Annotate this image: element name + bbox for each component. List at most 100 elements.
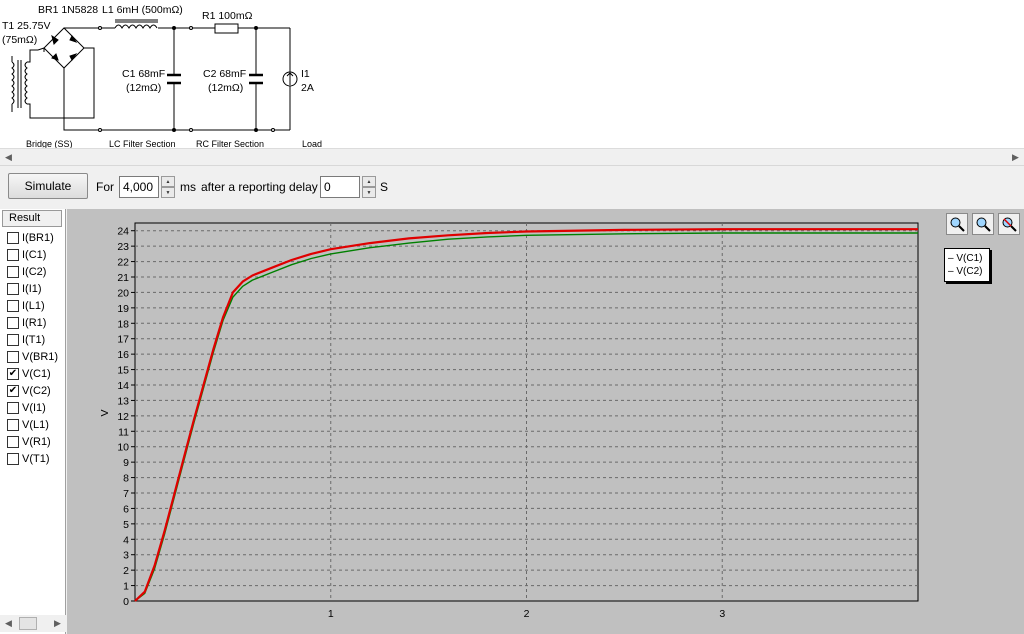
result-item[interactable]: V(BR1): [7, 349, 58, 365]
result-item-label: I(R1): [22, 317, 47, 329]
result-item[interactable]: I(BR1): [7, 230, 54, 246]
y-tick-label: 3: [123, 550, 129, 562]
y-tick-label: 17: [117, 334, 129, 346]
y-tick-label: 11: [118, 426, 129, 438]
y-tick-label: 24: [117, 226, 129, 238]
results-panel: Result I(BR1) I(C1) I(C2) I(I1) I(L1) I(R1) I(…: [0, 209, 66, 634]
for-label: For: [96, 180, 114, 194]
result-checkbox[interactable]: [7, 283, 19, 295]
delay-down-icon[interactable]: ▼: [362, 187, 376, 198]
duration-unit-label: ms: [180, 180, 196, 194]
simulation-toolbar: Simulate For 4,000 ▲ ▼ ms after a report…: [0, 165, 1024, 209]
delay-input[interactable]: 0: [320, 176, 360, 198]
simulate-button[interactable]: Simulate: [8, 173, 88, 199]
result-checkbox[interactable]: [7, 453, 19, 465]
result-checkbox[interactable]: ✔: [7, 385, 19, 397]
result-item-label: I(C2): [22, 266, 47, 278]
zoom-out-icon[interactable]: [972, 213, 994, 235]
resistor-symbol: [214, 23, 239, 34]
result-checkbox[interactable]: [7, 402, 19, 414]
result-item[interactable]: V(I1): [7, 400, 46, 416]
result-item-label: V(C1): [22, 368, 51, 380]
scroll-right-icon[interactable]: ▶: [1007, 149, 1024, 166]
duration-up-icon[interactable]: ▲: [161, 176, 175, 187]
chart-legend: – V(C1) – V(C2): [944, 248, 990, 282]
voltage-chart[interactable]: 0123456789101112131415161718192021222324…: [67, 209, 1024, 634]
result-checkbox[interactable]: [7, 266, 19, 278]
result-item-label: V(T1): [22, 453, 50, 465]
transformer-secondary: [24, 61, 28, 105]
y-tick-label: 23: [117, 241, 129, 253]
duration-input[interactable]: 4,000: [119, 176, 159, 198]
y-tick-label: 9: [123, 457, 129, 469]
result-checkbox[interactable]: [7, 351, 19, 363]
result-item[interactable]: ✔ V(C1): [7, 366, 51, 382]
result-item[interactable]: I(C1): [7, 247, 46, 263]
results-header[interactable]: Result: [2, 210, 62, 227]
result-checkbox[interactable]: [7, 317, 19, 329]
legend-item-vc1: – V(C1): [948, 253, 983, 264]
result-item-label: I(L1): [22, 300, 45, 312]
duration-down-icon[interactable]: ▼: [161, 187, 175, 198]
delay-spinner[interactable]: 0 ▲ ▼: [320, 176, 376, 198]
result-item[interactable]: ✔ V(C2): [7, 383, 51, 399]
result-item-label: V(C2): [22, 385, 51, 397]
load-label: I1: [301, 68, 310, 80]
y-tick-label: 5: [123, 519, 129, 531]
result-checkbox[interactable]: [7, 232, 19, 244]
c2-label: C2 68mF: [203, 68, 246, 80]
y-tick-label: 18: [117, 318, 129, 330]
y-tick-label: 22: [117, 257, 129, 269]
result-item[interactable]: V(T1): [7, 451, 50, 467]
duration-spinner[interactable]: 4,000 ▲ ▼: [119, 176, 175, 198]
y-tick-label: 19: [117, 303, 129, 315]
section-rc-label: RC Filter Section: [196, 139, 264, 148]
section-bridge-label: Bridge (SS): [26, 139, 73, 148]
legend-item-vc2: – V(C2): [948, 266, 983, 277]
schematic-diagram[interactable]: BR1 1N5828 L1 6mH (500mΩ) R1 100mΩ T1 25…: [0, 0, 1024, 148]
result-item-label: V(L1): [22, 419, 49, 431]
result-item[interactable]: I(R1): [7, 315, 46, 331]
zoom-in-icon[interactable]: [946, 213, 968, 235]
result-checkbox[interactable]: [7, 300, 19, 312]
result-checkbox[interactable]: ✔: [7, 368, 19, 380]
c2-resistance: (12mΩ): [208, 82, 243, 94]
scroll-left-icon[interactable]: ◀: [0, 149, 17, 166]
zoom-reset-icon[interactable]: [998, 213, 1020, 235]
result-item[interactable]: V(R1): [7, 434, 51, 450]
result-item[interactable]: I(I1): [7, 281, 42, 297]
result-item[interactable]: I(T1): [7, 332, 45, 348]
delay-unit-label: S: [380, 180, 389, 194]
load-value: 2A: [301, 82, 314, 94]
result-item[interactable]: I(C2): [7, 264, 46, 280]
y-tick-label: 12: [117, 411, 129, 423]
results-scroll-left-icon[interactable]: ◀: [0, 615, 17, 632]
c1-resistance: (12mΩ): [126, 82, 161, 94]
schematic-horizontal-scrollbar[interactable]: ◀ ▶: [0, 148, 1024, 166]
results-horizontal-scrollbar[interactable]: ◀ ▶: [0, 615, 66, 632]
results-scroll-thumb[interactable]: [19, 617, 37, 630]
schematic-panel[interactable]: BR1 1N5828 L1 6mH (500mΩ) R1 100mΩ T1 25…: [0, 0, 1024, 148]
x-tick-label: 2: [524, 608, 530, 620]
y-tick-label: 20: [117, 287, 129, 299]
result-item[interactable]: I(L1): [7, 298, 45, 314]
delay-up-icon[interactable]: ▲: [362, 176, 376, 187]
inductor-label: L1 6mH (500mΩ): [102, 4, 183, 16]
result-checkbox[interactable]: [7, 419, 19, 431]
bridge-label: BR1 1N5828: [38, 4, 98, 16]
result-item-label: I(C1): [22, 249, 47, 261]
plot-area: 0 1 2 3 4 5 6 7 8 9 10 11 12 13 14 15 16 17 18 19 20 21 22 23 24…: [67, 209, 1024, 634]
results-scroll-right-icon[interactable]: ▶: [49, 615, 66, 632]
y-tick-label: 6: [123, 503, 129, 515]
y-tick-label: 8: [123, 473, 129, 485]
result-item-label: I(T1): [22, 334, 46, 346]
y-tick-label: 15: [117, 365, 129, 377]
section-load-label: Load: [302, 139, 322, 148]
current-source-symbol: [282, 71, 298, 87]
y-tick-label: 13: [117, 395, 129, 407]
c1-label: C1 68mF: [122, 68, 165, 80]
result-item[interactable]: V(L1): [7, 417, 49, 433]
result-checkbox[interactable]: [7, 334, 19, 346]
result-checkbox[interactable]: [7, 249, 19, 261]
result-checkbox[interactable]: [7, 436, 19, 448]
